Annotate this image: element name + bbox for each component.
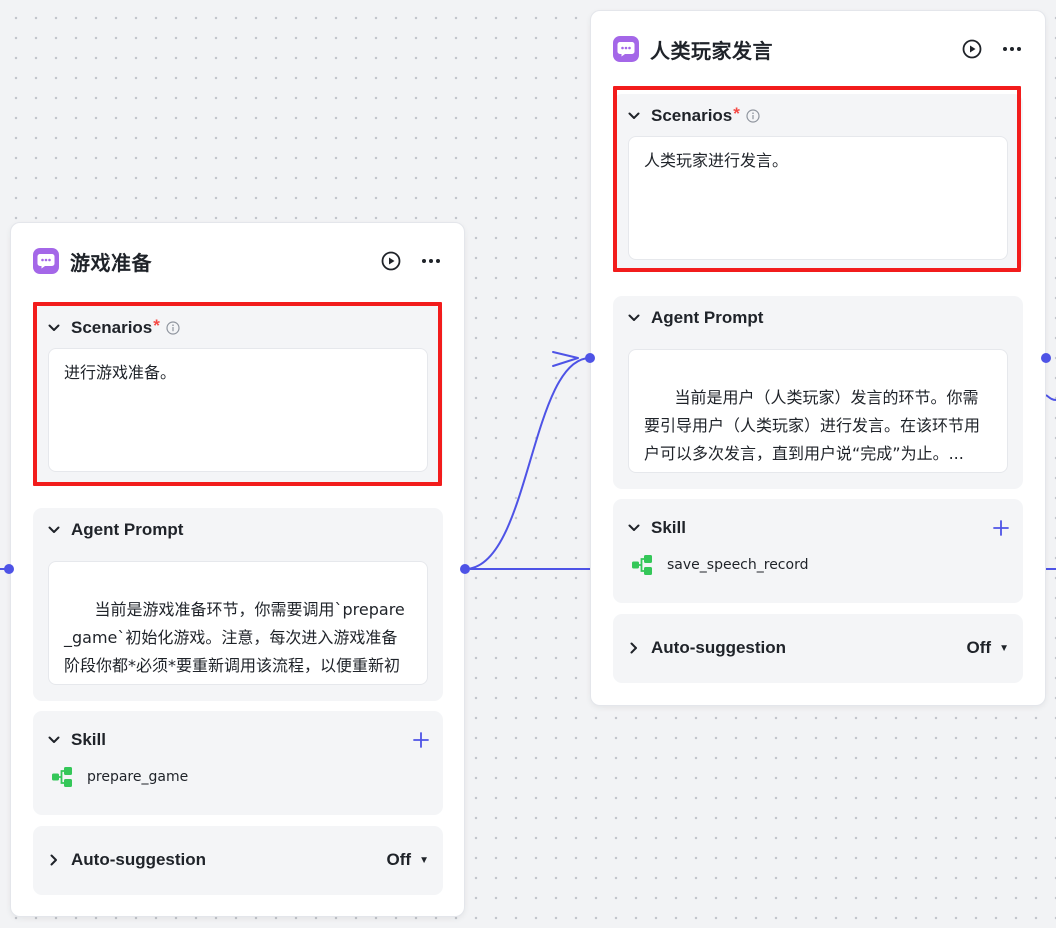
scenarios-text: 人类玩家进行发言。	[644, 151, 789, 170]
agent-prompt-text: 当前是游戏准备环节，你需要调用`prepare_game`初始化游戏。注意，每次…	[64, 600, 405, 675]
skill-name: save_speech_record	[667, 557, 809, 573]
scenarios-header[interactable]: Scenarios *	[47, 316, 429, 338]
required-mark: *	[153, 316, 160, 335]
add-skill-icon[interactable]	[413, 732, 429, 748]
node-title[interactable]: 游戏准备	[70, 247, 152, 276]
section-title: Scenarios	[71, 318, 153, 337]
agent-prompt-header[interactable]: Agent Prompt	[47, 520, 429, 540]
agent-prompt-input[interactable]: 当前是游戏准备环节，你需要调用`prepare_game`初始化游戏。注意，每次…	[48, 561, 428, 685]
section-title: Scenarios	[651, 106, 733, 125]
edge-node1-to-node2	[464, 357, 591, 570]
scenarios-text: 进行游戏准备。	[64, 363, 177, 382]
auto-suggestion-select[interactable]: Off ▼	[387, 850, 429, 870]
skill-header[interactable]: Skill	[627, 518, 1009, 538]
more-icon[interactable]	[999, 36, 1025, 62]
skill-section: Skill save_speech_record	[613, 499, 1023, 603]
run-icon[interactable]	[378, 248, 404, 274]
chevron-down-icon[interactable]	[47, 321, 61, 335]
input-port-left[interactable]	[4, 564, 14, 574]
skill-item[interactable]: save_speech_record	[631, 554, 808, 576]
caret-down-icon: ▼	[999, 642, 1009, 654]
section-title: Auto-suggestion	[71, 850, 207, 869]
section-title: Skill	[651, 518, 686, 537]
info-icon[interactable]	[166, 321, 180, 335]
section-title: Auto-suggestion	[651, 638, 787, 657]
required-mark: *	[733, 104, 740, 123]
skill-item[interactable]: prepare_game	[51, 766, 188, 788]
node-header: 游戏准备	[33, 247, 444, 275]
auto-suggestion-section: Auto-suggestion Off ▼	[33, 826, 443, 895]
edge-node2-out-upper	[1045, 394, 1056, 401]
add-skill-icon[interactable]	[993, 520, 1009, 536]
section-title: Agent Prompt	[71, 520, 184, 539]
workflow-icon	[52, 767, 72, 787]
node-card-human-speech[interactable]: 人类玩家发言 Scenarios * 人类玩家进行发言。 Agent Promp…	[590, 10, 1046, 706]
node-card-game-prep[interactable]: 游戏准备 Scenarios * 进行游戏准备。 Agent Prompt 当前…	[10, 222, 465, 917]
chevron-down-icon[interactable]	[47, 733, 61, 747]
input-port-node2[interactable]	[585, 353, 595, 363]
skill-header[interactable]: Skill	[47, 730, 429, 750]
scenarios-section: Scenarios * 人类玩家进行发言。	[613, 94, 1023, 272]
auto-suggestion-value: Off	[386, 850, 412, 869]
agent-prompt-section: Agent Prompt 当前是游戏准备环节，你需要调用`prepare_gam…	[33, 508, 443, 701]
section-title: Agent Prompt	[651, 308, 764, 327]
output-port-node1[interactable]	[460, 564, 470, 574]
workflow-icon	[632, 555, 652, 575]
chevron-right-icon[interactable]	[627, 641, 641, 655]
more-icon[interactable]	[418, 248, 444, 274]
auto-suggestion-value: Off	[966, 638, 992, 657]
scenarios-header[interactable]: Scenarios *	[627, 104, 1009, 126]
chevron-down-icon[interactable]	[627, 109, 641, 123]
scenarios-input[interactable]: 人类玩家进行发言。	[628, 136, 1008, 260]
agent-prompt-text: 当前是用户（人类玩家）发言的环节。你需要引导用户（人类玩家）进行发言。在该环节用…	[644, 388, 981, 463]
auto-suggestion-select[interactable]: Off ▼	[967, 638, 1009, 658]
scenarios-input[interactable]: 进行游戏准备。	[48, 348, 428, 472]
bot-icon	[33, 248, 59, 274]
output-port-node2[interactable]	[1041, 353, 1051, 363]
chevron-down-icon[interactable]	[627, 521, 641, 535]
agent-prompt-input[interactable]: 当前是用户（人类玩家）发言的环节。你需要引导用户（人类玩家）进行发言。在该环节用…	[628, 349, 1008, 473]
bot-icon	[613, 36, 639, 62]
skill-name: prepare_game	[87, 769, 189, 785]
run-icon[interactable]	[959, 36, 985, 62]
agent-prompt-header[interactable]: Agent Prompt	[627, 308, 1009, 328]
node-header: 人类玩家发言	[613, 35, 1025, 63]
caret-down-icon: ▼	[419, 854, 429, 866]
auto-suggestion-section: Auto-suggestion Off ▼	[613, 614, 1023, 683]
scenarios-section: Scenarios * 进行游戏准备。	[33, 306, 443, 484]
agent-prompt-section: Agent Prompt 当前是用户（人类玩家）发言的环节。你需要引导用户（人类…	[613, 296, 1023, 489]
auto-suggestion-header[interactable]: Auto-suggestion Off ▼	[627, 638, 1009, 658]
info-icon[interactable]	[746, 109, 760, 123]
chevron-down-icon[interactable]	[627, 311, 641, 325]
chevron-down-icon[interactable]	[47, 523, 61, 537]
skill-section: Skill prepare_game	[33, 711, 443, 815]
node-title[interactable]: 人类玩家发言	[650, 35, 773, 64]
chevron-right-icon[interactable]	[47, 853, 61, 867]
section-title: Skill	[71, 730, 106, 749]
auto-suggestion-header[interactable]: Auto-suggestion Off ▼	[47, 850, 429, 870]
